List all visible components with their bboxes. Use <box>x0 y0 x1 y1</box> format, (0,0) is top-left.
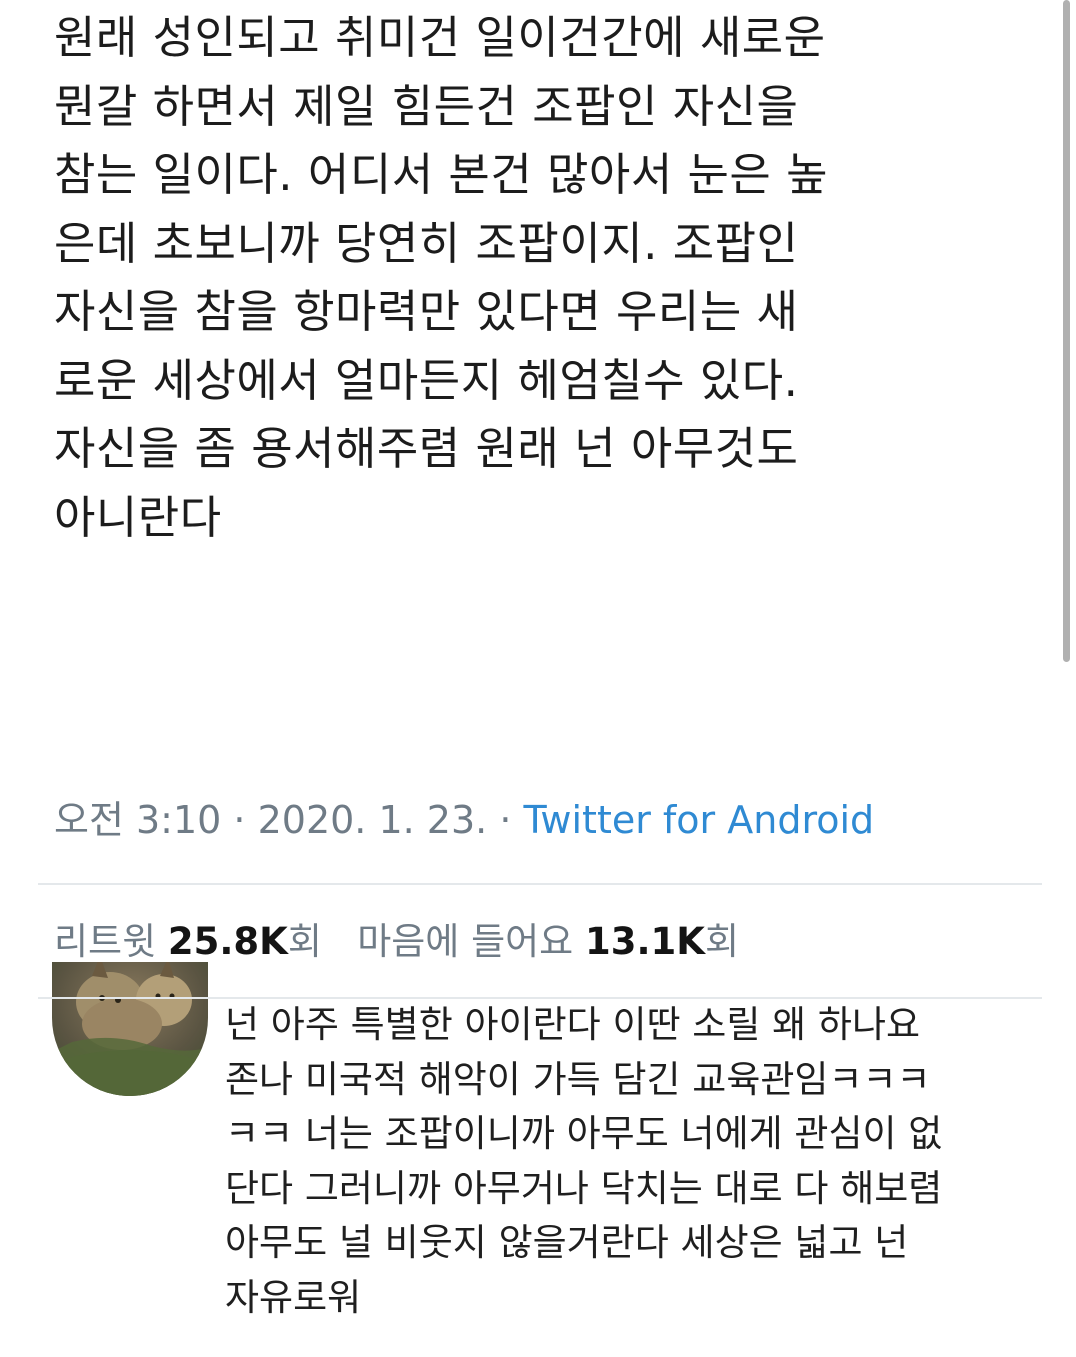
tweet-line: 참는 일이다. 어디서 본건 많아서 눈은 높 <box>54 148 829 201</box>
meta-separator: · <box>221 798 258 842</box>
tweet-line: 뭔갈 하면서 제일 힘든건 조팝인 자신을 <box>54 79 799 133</box>
tweet-line: 자신을 좀 용서해주렴 원래 넌 아무것도 <box>54 422 799 475</box>
retweets-suffix: 회 <box>287 920 322 963</box>
reply-body: 넌 아주 특별한 아이란다 이딴 소릴 왜 하나요 존나 미국적 해악이 가득 … <box>225 998 1055 1325</box>
retweets-label: 리트윗 <box>54 920 157 963</box>
tweet-line: 로운 세상에서 얼마든지 헤엄칠수 있다. <box>54 353 799 407</box>
tweet-line: 원래 성인되고 취미건 일이건간에 새로운 <box>54 11 826 64</box>
reply-line: 단다 그러니까 아무거나 닥치는 대로 다 해보렴 <box>225 1166 943 1210</box>
retweets-stat[interactable]: 리트윗 25.8K회 <box>54 920 322 963</box>
likes-suffix: 회 <box>704 920 739 963</box>
reply-line: 자유로워 <box>225 1275 362 1319</box>
divider <box>38 883 1042 885</box>
lynx-photo-avatar-icon <box>52 962 208 1096</box>
tweet-line: 자신을 참을 항마력만 있다면 우리는 새 <box>54 285 799 338</box>
tweet-meta: 오전 3:10 · 2020. 1. 23. · Twitter for And… <box>54 793 874 847</box>
likes-label: 마음에 들어요 <box>357 920 574 963</box>
tweet-source-link[interactable]: Twitter for Android <box>523 798 874 842</box>
meta-separator: · <box>487 798 524 842</box>
reply-avatar[interactable] <box>52 962 208 1096</box>
reply-line: ㅋㅋ 너는 조팝이니까 아무도 너에게 관심이 없 <box>225 1112 943 1155</box>
reply-line: 아무도 널 비웃지 않을거란다 세상은 넓고 넌 <box>225 1221 909 1264</box>
tweet-stats: 리트윗 25.8K회 마음에 들어요 13.1K회 <box>54 915 739 969</box>
tweet-line: 아니란다 <box>54 490 222 544</box>
screenshot-page: 원래 성인되고 취미건 일이건간에 새로운 뭔갈 하면서 제일 힘든건 조팝인 … <box>0 0 1076 1357</box>
reply-line: 넌 아주 특별한 아이란다 이딴 소릴 왜 하나요 <box>225 1003 921 1046</box>
likes-stat[interactable]: 마음에 들어요 13.1K회 <box>357 920 739 963</box>
tweet-line: 은데 초보니까 당연히 조팝이지. 조팝인 <box>54 216 799 270</box>
tweet-date: 2020. 1. 23. <box>257 798 488 842</box>
reply-line: 존나 미국적 해악이 가득 담긴 교육관임ㅋㅋㅋ <box>225 1057 931 1101</box>
tweet-time: 오전 3:10 <box>54 798 222 842</box>
tweet-body: 원래 성인되고 취미건 일이건간에 새로운 뭔갈 하면서 제일 힘든건 조팝인 … <box>54 4 1044 552</box>
retweets-count: 25.8K <box>167 920 288 963</box>
likes-count: 13.1K <box>584 920 705 963</box>
scroll-indicator[interactable] <box>1063 0 1070 662</box>
